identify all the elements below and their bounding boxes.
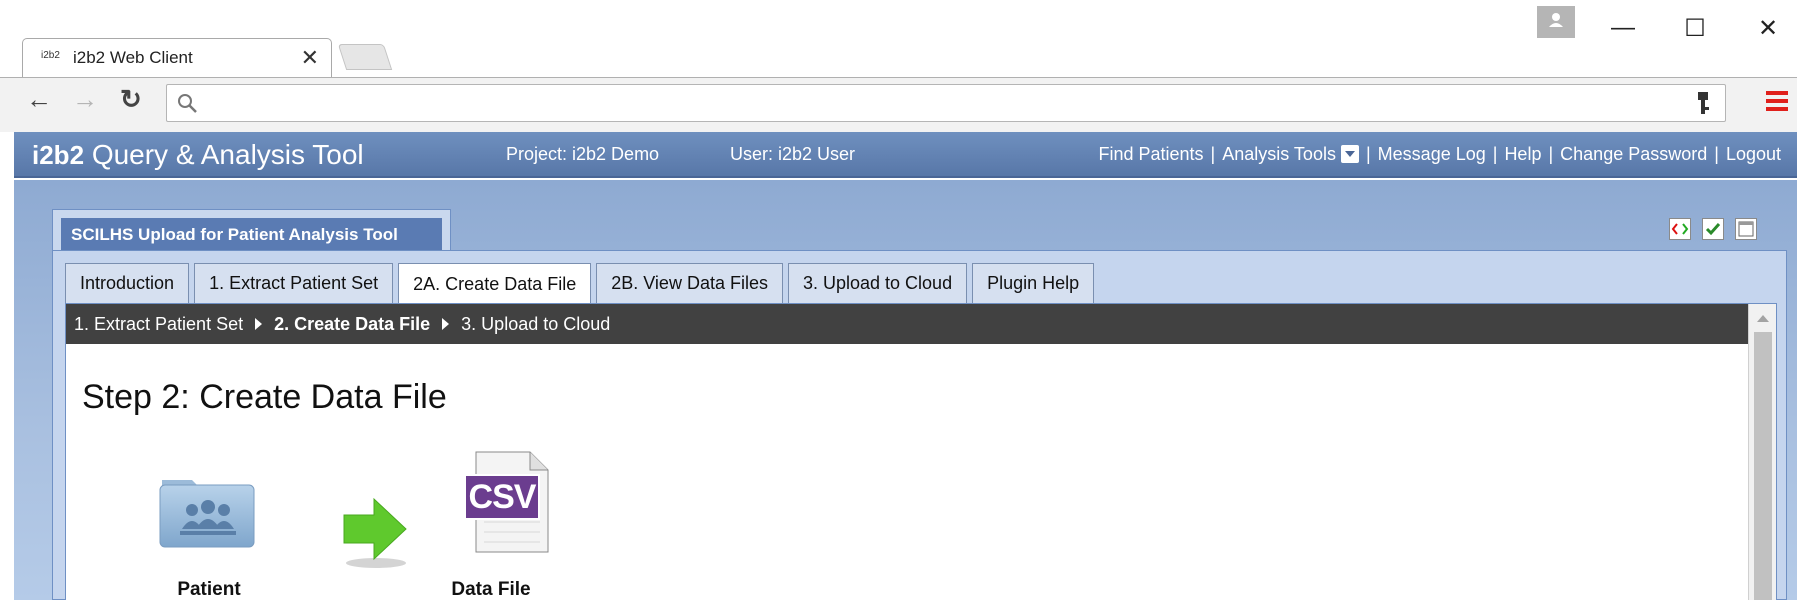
vertical-scrollbar[interactable] [1748, 304, 1776, 600]
help-link[interactable]: Help [1504, 144, 1541, 164]
plugin-panel-tab: SCILHS Upload for Patient Analysis Tool [52, 209, 451, 251]
plugin-panel: Introduction 1. Extract Patient Set 2A. … [52, 250, 1787, 600]
window-icon[interactable] [1735, 218, 1757, 240]
analysis-tools-link[interactable]: Analysis Tools [1222, 144, 1336, 164]
check-document-icon[interactable] [1702, 218, 1724, 240]
minimize-icon[interactable]: — [1598, 8, 1648, 48]
tab-content: 1. Extract Patient Set 2. Create Data Fi… [65, 303, 1777, 600]
tab-close-icon[interactable]: ✕ [301, 45, 319, 71]
find-patients-link[interactable]: Find Patients [1098, 144, 1203, 164]
workspace: SCILHS Upload for Patient Analysis Tool … [14, 180, 1797, 600]
breadcrumb-arrow-icon [255, 318, 263, 330]
breadcrumb-step-3: 3. Upload to Cloud [461, 313, 611, 334]
reload-icon[interactable]: ↻ [120, 86, 142, 112]
breadcrumb-arrow-icon [442, 318, 450, 330]
plugin-title: SCILHS Upload for Patient Analysis Tool [61, 218, 442, 251]
header-nav: Find Patients | Analysis Tools | Message Lo… [1098, 144, 1781, 164]
patient-set-folder-icon [159, 480, 255, 548]
key-icon[interactable] [1693, 91, 1713, 117]
tab-upload-to-cloud[interactable]: 3. Upload to Cloud [787, 263, 968, 303]
message-log-link[interactable]: Message Log [1378, 144, 1486, 164]
search-icon [178, 94, 197, 113]
tab-favicon-text: i2b2 [41, 50, 60, 61]
back-icon[interactable]: ← [26, 86, 52, 112]
tab-title: i2b2 Web Client [73, 48, 193, 67]
breadcrumb-step-2-current: 2. Create Data File [274, 313, 431, 334]
tab-plugin-help[interactable]: Plugin Help [972, 263, 1095, 303]
tab-extract-patient-set[interactable]: 1. Extract Patient Set [194, 263, 394, 303]
patient-set-label: Patient Set [177, 579, 241, 600]
app-logo: i2b2 Query & Analysis Tool [32, 139, 364, 171]
address-bar[interactable] [166, 84, 1726, 122]
logo-bold: i2b2 [32, 140, 85, 170]
green-arrow-icon [343, 497, 407, 568]
breadcrumb-step-1: 1. Extract Patient Set [74, 313, 244, 334]
code-view-icon[interactable] [1669, 218, 1691, 240]
csv-badge: CSV [464, 474, 540, 520]
user-label: User: i2b2 User [730, 144, 856, 164]
tab-view-data-files[interactable]: 2B. View Data Files [596, 263, 783, 303]
panel-icon-group [1669, 218, 1757, 240]
plugin-subtabs: Introduction 1. Extract Patient Set 2A. … [65, 263, 1095, 305]
browser-toolbar: ← → ↻ [0, 77, 1797, 132]
scroll-thumb[interactable] [1754, 332, 1772, 600]
new-tab-button[interactable] [337, 44, 393, 70]
data-file-label: Data File [451, 579, 531, 600]
tab-create-data-file[interactable]: 2A. Create Data File [398, 263, 592, 305]
app-header: i2b2 Query & Analysis Tool Project: i2b2… [14, 132, 1797, 178]
change-password-link[interactable]: Change Password [1560, 144, 1707, 164]
forward-icon[interactable]: → [72, 86, 98, 112]
maximize-icon[interactable]: ☐ [1670, 8, 1720, 48]
csv-file-icon: CSV [464, 450, 550, 554]
browser-tabstrip: i2b2 i2b2 Web Client ✕ — ☐ ✕ [0, 0, 1797, 78]
tab-introduction[interactable]: Introduction [65, 263, 190, 303]
analysis-tools-dropdown-icon[interactable] [1340, 145, 1359, 163]
browser-tab[interactable]: i2b2 i2b2 Web Client ✕ [22, 38, 332, 78]
step-heading: Step 2: Create Data File [82, 378, 447, 416]
logout-link[interactable]: Logout [1726, 144, 1781, 164]
logo-text: Query & Analysis Tool [91, 139, 364, 170]
browser-menu-icon[interactable] [1766, 91, 1788, 115]
window-close-icon[interactable]: ✕ [1743, 8, 1793, 48]
project-label: Project: i2b2 Demo [506, 144, 660, 164]
profile-icon[interactable] [1537, 6, 1575, 38]
step-breadcrumb: 1. Extract Patient Set 2. Create Data Fi… [66, 304, 1748, 344]
scroll-up-icon[interactable] [1757, 315, 1769, 322]
